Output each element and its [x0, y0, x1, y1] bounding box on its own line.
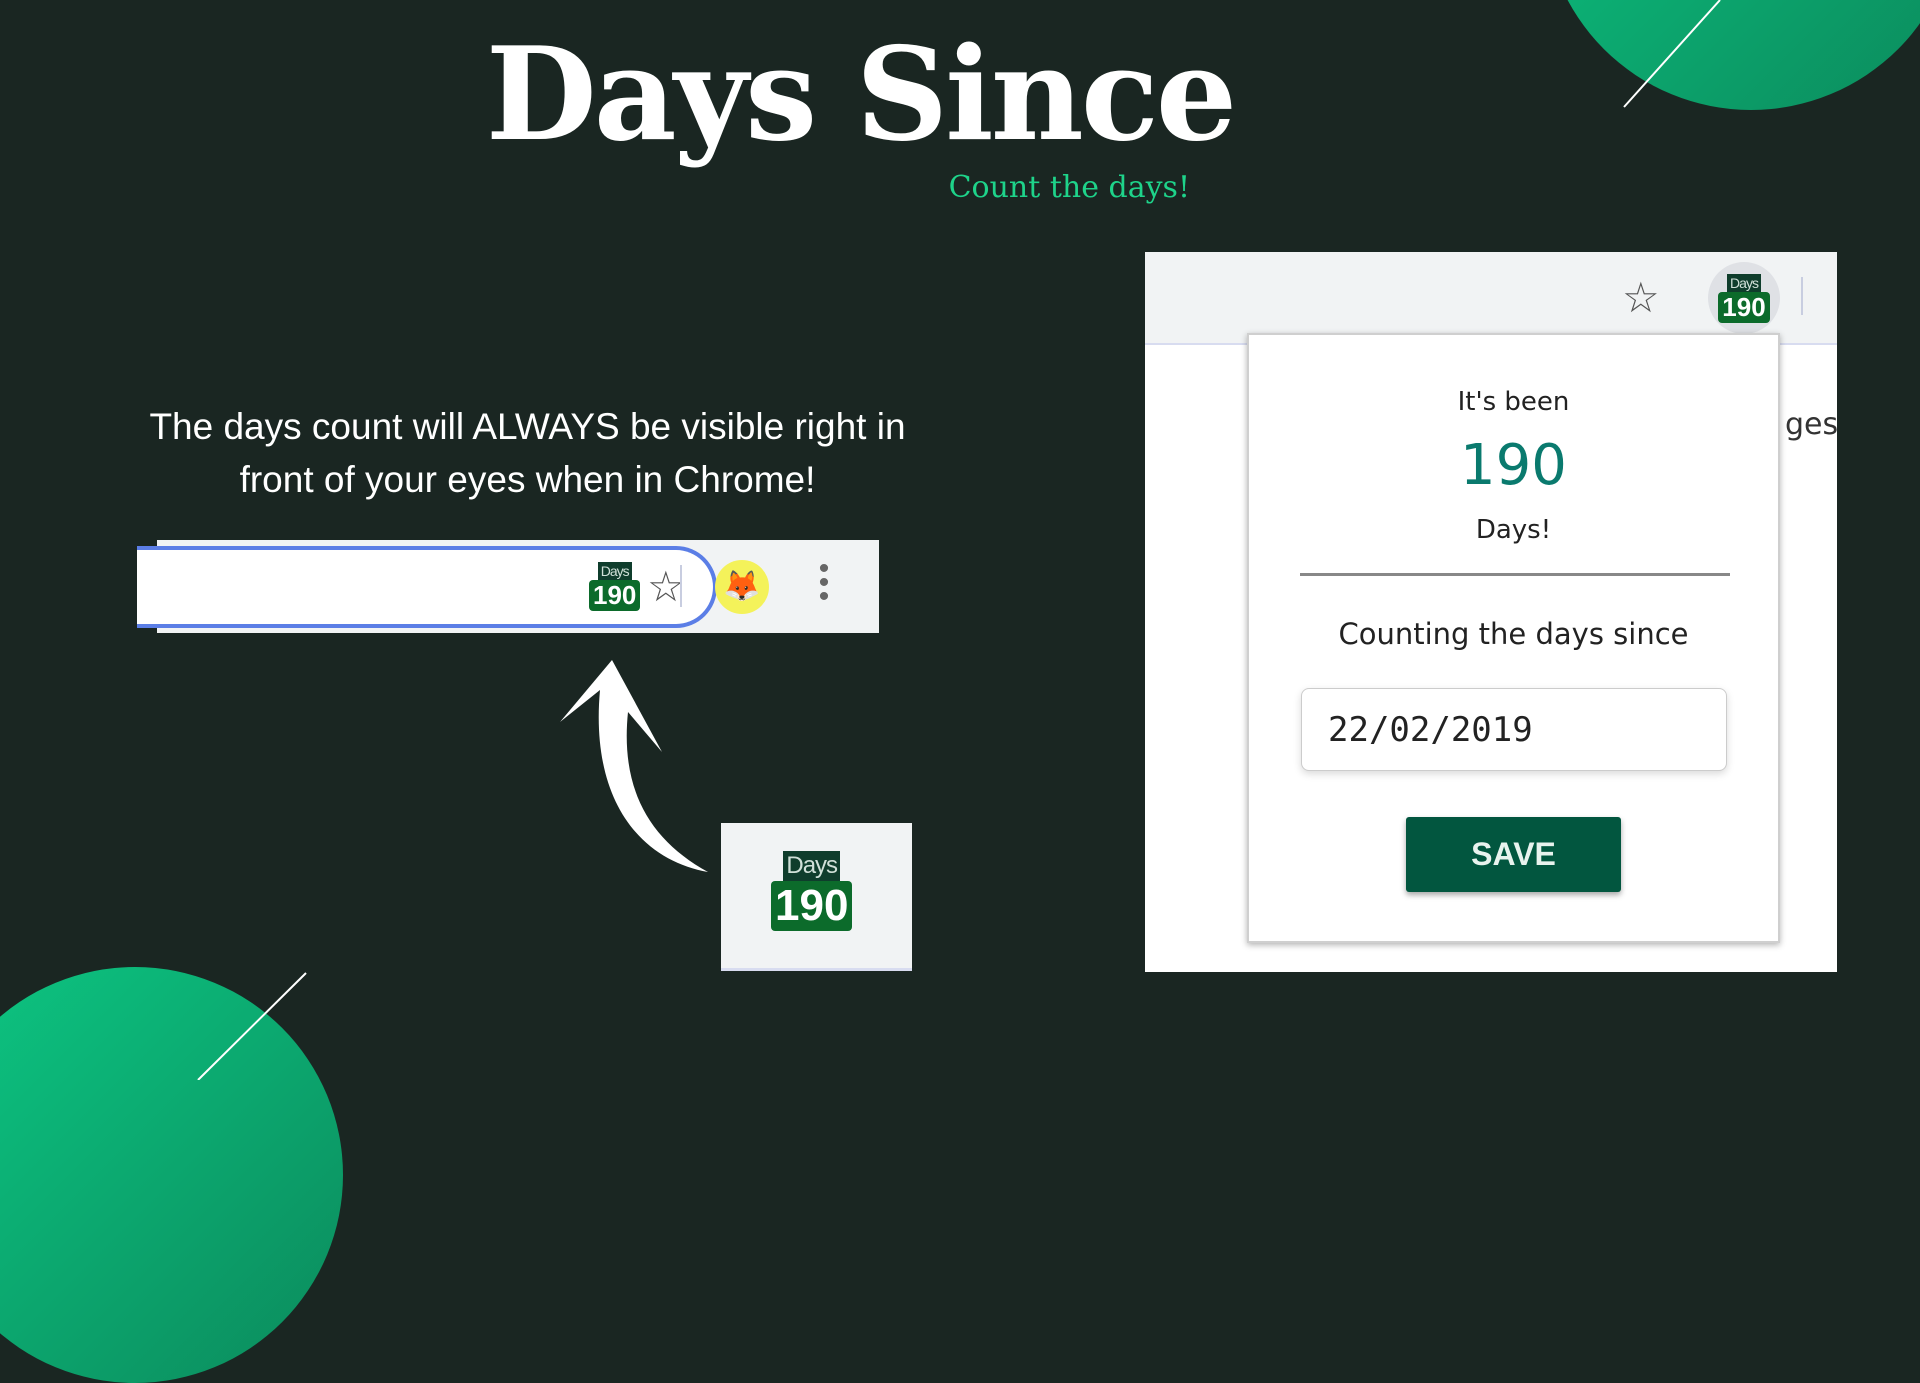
description-line: front of your eyes when in Chrome!: [239, 459, 816, 500]
page-title: Days Since: [485, 20, 1237, 170]
popup-screenshot: ☆ Days 190 ges It's been 190 Days! Count…: [1145, 252, 1839, 972]
extension-popup: It's been 190 Days! Counting the days si…: [1247, 333, 1780, 943]
badge-count: 190: [589, 580, 641, 611]
counting-label: Counting the days since: [1338, 617, 1689, 651]
toolbar-divider: [680, 565, 682, 607]
browser-toolbar: ☆ Days 190 🦊 • • •: [137, 540, 879, 633]
days-label: Days!: [1475, 515, 1552, 545]
extension-badge[interactable]: Days 190: [1708, 262, 1780, 334]
days-count: 190: [1460, 433, 1567, 498]
extension-badge[interactable]: Days 190: [589, 562, 641, 611]
bookmark-star-icon[interactable]: ☆: [647, 566, 685, 608]
divider: [1300, 573, 1730, 576]
badge-label: Days: [1727, 274, 1761, 292]
subtitle: Count the days!: [948, 170, 1190, 205]
menu-kebab-icon[interactable]: • • •: [817, 554, 831, 612]
date-input[interactable]: [1301, 688, 1727, 771]
extension-badge-large: Days 190: [771, 851, 853, 931]
arrow-icon: [560, 660, 708, 872]
toolbar-divider: [1801, 277, 1803, 315]
badge-label: Days: [783, 851, 841, 881]
badge-label: Days: [597, 562, 632, 580]
bookmark-star-icon[interactable]: ☆: [1622, 277, 1660, 319]
profile-avatar[interactable]: 🦊: [715, 560, 769, 614]
description: The days count will ALWAYS be visible ri…: [100, 400, 955, 506]
intro-text: It's been: [1457, 387, 1570, 417]
badge-closeup: Days 190: [721, 823, 912, 971]
badge-count: 190: [771, 881, 853, 931]
page-text-fragment: ges: [1785, 407, 1839, 442]
description-line: The days count will ALWAYS be visible ri…: [149, 406, 906, 447]
browser-toolbar: ☆ Days 190: [1145, 252, 1837, 345]
badge-count: 190: [1718, 292, 1770, 323]
save-button[interactable]: SAVE: [1406, 817, 1621, 892]
